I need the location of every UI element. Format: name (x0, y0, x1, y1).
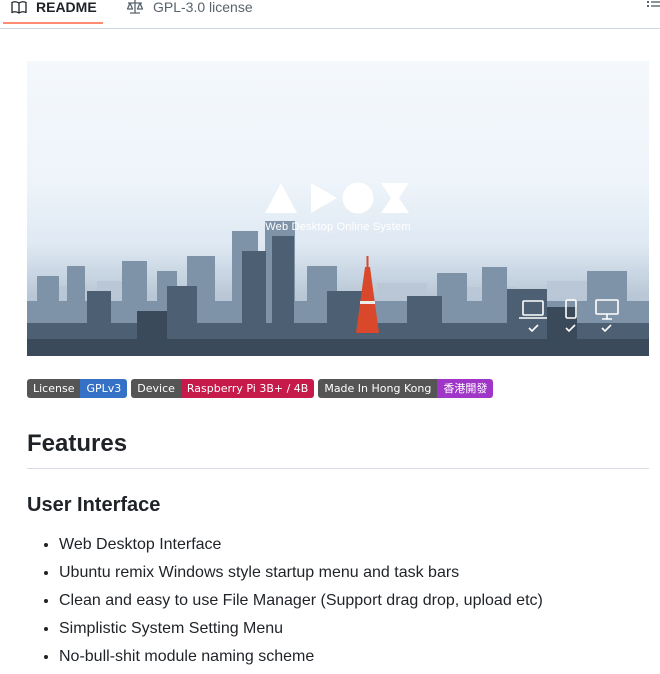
heading-divider (27, 468, 649, 469)
toc-list-icon[interactable] (646, 0, 660, 15)
badge-label: Made In Hong Kong (318, 379, 438, 398)
laptop-icon (519, 300, 547, 333)
badge-value: 香港開發 (437, 379, 494, 398)
badge-row: License GPLv3 Device Raspberry Pi 3B+ / … (27, 379, 497, 399)
phone-icon (565, 299, 577, 333)
badge-value: GPLv3 (80, 379, 128, 398)
desktop-icon (595, 299, 619, 333)
tab-readme-label: README (36, 0, 97, 15)
badge-value: Raspberry Pi 3B+ / 4B (180, 379, 315, 398)
device-icons (519, 299, 619, 333)
badge-label: License (27, 379, 81, 398)
device-badge[interactable]: Device Raspberry Pi 3B+ / 4B (131, 379, 315, 398)
readme-tabbar: README GPL-3.0 license (0, 0, 660, 29)
book-icon (11, 0, 27, 15)
features-heading: Features (27, 430, 128, 457)
feature-list: Web Desktop Interface Ubuntu remix Windo… (27, 534, 543, 674)
list-item: Web Desktop Interface (59, 534, 543, 562)
scale-icon (126, 0, 144, 15)
list-item: No-bull-shit module naming scheme (59, 646, 543, 674)
tab-readme[interactable]: README (3, 0, 103, 24)
badge-label: Device (131, 379, 181, 398)
license-badge[interactable]: License GPLv3 (27, 379, 128, 398)
user-interface-heading: User Interface (27, 494, 161, 516)
tab-license-label: GPL-3.0 license (153, 0, 253, 15)
list-item: Simplistic System Setting Menu (59, 618, 543, 646)
list-item: Clean and easy to use File Manager (Supp… (59, 590, 543, 618)
made-in-hk-badge[interactable]: Made In Hong Kong 香港開發 (318, 379, 494, 398)
hero-banner-image: Web Desktop Online System (27, 61, 649, 356)
list-item: Ubuntu remix Windows style startup menu … (59, 562, 543, 590)
tab-license[interactable]: GPL-3.0 license (118, 0, 253, 22)
